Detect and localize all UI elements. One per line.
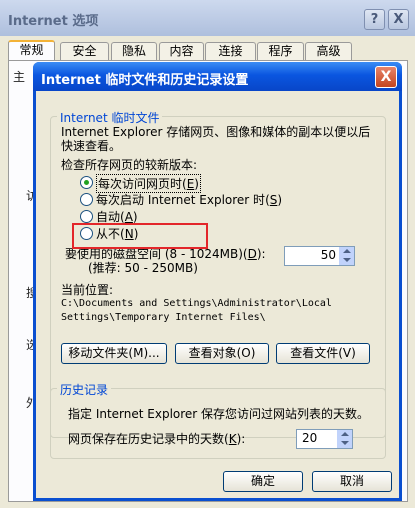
disk-space-value: 50 bbox=[320, 248, 336, 262]
history-group-label: 历史记录 bbox=[57, 381, 112, 398]
move-folder-button[interactable]: 移动文件夹(M)... bbox=[61, 343, 167, 364]
location-path-line2: Settings\Temporary Internet Files\ bbox=[61, 312, 266, 323]
dialog-close-button[interactable]: X bbox=[375, 66, 397, 88]
disk-space-spinner[interactable]: 50 bbox=[284, 246, 355, 266]
history-days-spinner[interactable]: 20 bbox=[296, 429, 353, 449]
peek-text: 主 bbox=[13, 70, 26, 84]
current-location-label: 当前位置: bbox=[61, 283, 114, 297]
disk-space-recommendation: (推荐: 50 - 250MB) bbox=[88, 261, 198, 275]
history-days-label: 网页保存在历史记录中的天数(K): bbox=[68, 432, 246, 446]
help-button[interactable]: ? bbox=[364, 9, 385, 30]
view-objects-button[interactable]: 查看对象(O) bbox=[175, 343, 269, 364]
outer-title-bar: Internet 选项 ? X bbox=[0, 0, 415, 36]
tab-privacy[interactable]: 隐私 bbox=[111, 42, 157, 60]
tab-content[interactable]: 内容 bbox=[159, 42, 204, 60]
tab-advanced[interactable]: 高级 bbox=[305, 42, 352, 60]
cancel-button[interactable]: 取消 bbox=[312, 471, 392, 492]
ok-button[interactable]: 确定 bbox=[223, 471, 303, 492]
check-versions-label: 检查所存网页的较新版本: bbox=[61, 158, 198, 172]
dialog-title: Internet 临时文件和历史记录设置 bbox=[41, 73, 249, 88]
outer-window-title: Internet 选项 bbox=[8, 14, 99, 29]
location-path-line1: C:\Documents and Settings\Administrator\… bbox=[61, 298, 332, 309]
spinner-arrows[interactable] bbox=[337, 430, 352, 448]
tab-general[interactable]: 常规 bbox=[8, 40, 55, 62]
temp-files-settings-dialog: Internet 临时文件和历史记录设置 X Internet 临时文件 Int… bbox=[33, 62, 402, 501]
dialog-body: Internet 临时文件 Internet Explorer 存储网页、图像和… bbox=[36, 91, 399, 498]
radio-indicator bbox=[80, 176, 93, 189]
radio-label: 每次启动 Internet Explorer 时(S) bbox=[96, 193, 283, 207]
tab-security[interactable]: 安全 bbox=[60, 42, 109, 60]
temp-description-line2: 快速查看。 bbox=[61, 139, 122, 153]
spinner-arrows[interactable] bbox=[339, 247, 354, 265]
dialog-title-bar: Internet 临时文件和历史记录设置 X bbox=[33, 62, 402, 91]
history-description: 指定 Internet Explorer 保存您访问过网站列表的天数。 bbox=[68, 407, 370, 421]
radio-indicator bbox=[80, 193, 93, 206]
tab-connections[interactable]: 连接 bbox=[205, 42, 256, 60]
tab-programs[interactable]: 程序 bbox=[257, 42, 304, 60]
history-days-value: 20 bbox=[302, 431, 318, 445]
view-files-button[interactable]: 查看文件(V) bbox=[276, 343, 370, 364]
highlight-box bbox=[72, 223, 208, 249]
radio-indicator bbox=[80, 210, 93, 223]
outer-close-button[interactable]: X bbox=[388, 9, 409, 30]
